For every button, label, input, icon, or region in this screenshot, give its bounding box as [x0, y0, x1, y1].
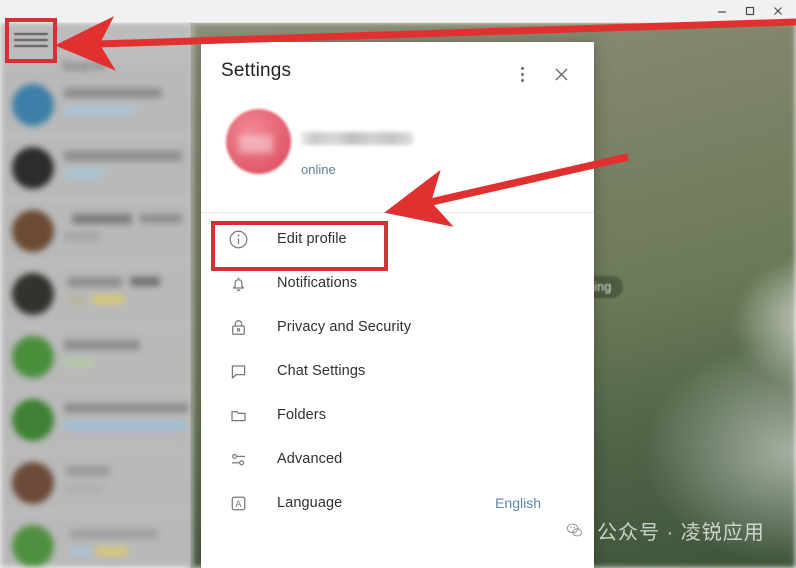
- chat-preview: [64, 169, 104, 178]
- avatar: [12, 525, 54, 567]
- chat-list-item[interactable]: [0, 515, 192, 568]
- chat-time: [130, 277, 160, 286]
- minimize-button[interactable]: [708, 1, 736, 21]
- menu-item-notifications[interactable]: Notifications: [201, 261, 594, 305]
- menu-item-label: Edit profile: [277, 231, 347, 247]
- chat-list-item[interactable]: [0, 137, 192, 199]
- maximize-button[interactable]: [736, 1, 764, 21]
- menu-item-chat-settings[interactable]: Chat Settings: [201, 349, 594, 393]
- close-icon[interactable]: [548, 61, 574, 87]
- profile-section[interactable]: online: [201, 102, 594, 212]
- sidebar-edge-shadow: [191, 22, 194, 568]
- chat-bubble-icon: [227, 360, 249, 382]
- avatar: [12, 399, 54, 441]
- chat-preview: [64, 106, 136, 115]
- chat-name: [68, 277, 122, 287]
- language-value[interactable]: English: [495, 495, 541, 511]
- menu-item-advanced[interactable]: Advanced: [201, 437, 594, 481]
- chat-name: [70, 529, 158, 539]
- avatar: [12, 462, 54, 504]
- avatar: [12, 210, 54, 252]
- menu-item-label: Advanced: [277, 451, 343, 467]
- settings-dialog: Settings online Edit profile Notificatio…: [201, 42, 594, 568]
- app-window: ssaging Search: [0, 0, 796, 568]
- search-input[interactable]: Search: [62, 58, 105, 73]
- chat-list-item[interactable]: [0, 452, 192, 514]
- avatar: [12, 273, 54, 315]
- chat-list-item[interactable]: [0, 263, 192, 325]
- folder-icon: [227, 404, 249, 426]
- unread-badge: [96, 547, 128, 556]
- more-vertical-icon[interactable]: [510, 62, 534, 86]
- chat-preview: [64, 421, 186, 430]
- menu-item-label: Privacy and Security: [277, 319, 412, 335]
- lock-icon: [227, 316, 249, 338]
- chat-name: [72, 214, 132, 224]
- chat-preview: [70, 547, 90, 556]
- menu-item-label: Language: [277, 495, 343, 511]
- chat-preview: [68, 295, 86, 304]
- avatar[interactable]: [226, 109, 291, 174]
- chat-name: [64, 151, 182, 161]
- profile-status: online: [301, 162, 336, 177]
- chat-time: [140, 214, 182, 223]
- avatar: [12, 336, 54, 378]
- menu-item-privacy-and-security[interactable]: Privacy and Security: [201, 305, 594, 349]
- bell-icon: [227, 272, 249, 294]
- chat-name: [64, 403, 188, 413]
- menu-item-label: Notifications: [277, 275, 358, 291]
- chat-name: [64, 340, 140, 350]
- menu-item-label: Chat Settings: [277, 363, 366, 379]
- profile-username: [301, 132, 413, 145]
- unread-badge: [92, 295, 124, 304]
- title-bar: [0, 0, 796, 23]
- chat-preview: [64, 232, 100, 241]
- avatar: [12, 147, 54, 189]
- hamburger-menu-button[interactable]: [14, 27, 48, 53]
- menu-item-language[interactable]: A Language English: [201, 481, 594, 525]
- settings-menu-list: Edit profile Notifications Privacy and S…: [201, 213, 594, 525]
- chat-name: [64, 88, 162, 98]
- chat-list-item[interactable]: [0, 74, 192, 136]
- chat-list-item[interactable]: [0, 326, 192, 388]
- close-button[interactable]: [764, 1, 792, 21]
- dialog-header: Settings: [201, 42, 594, 102]
- chat-preview: [64, 484, 104, 493]
- chat-name: [66, 466, 110, 476]
- menu-item-edit-profile[interactable]: Edit profile: [201, 217, 594, 261]
- chat-preview: [64, 358, 94, 367]
- letter-a-box-icon: A: [227, 492, 249, 514]
- menu-item-folders[interactable]: Folders: [201, 393, 594, 437]
- window-controls: [708, 0, 792, 22]
- dialog-title: Settings: [221, 60, 292, 81]
- chat-list-sidebar[interactable]: Search: [0, 22, 192, 568]
- chat-list-item[interactable]: [0, 389, 192, 451]
- svg-text:A: A: [235, 499, 242, 509]
- menu-item-label: Folders: [277, 407, 327, 423]
- sliders-icon: [227, 448, 249, 470]
- avatar: [12, 84, 54, 126]
- chat-list-item[interactable]: [0, 200, 192, 262]
- info-circle-icon: [227, 228, 249, 250]
